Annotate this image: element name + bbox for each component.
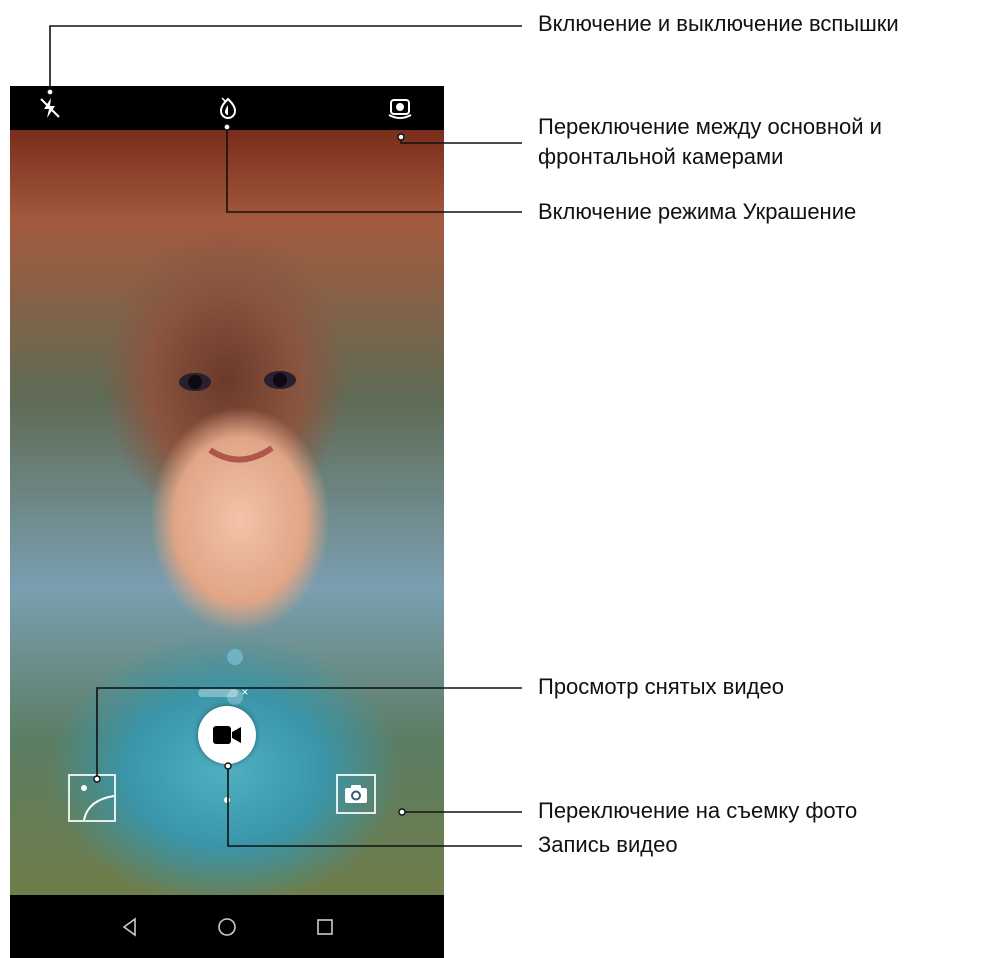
- zoom-level-bar: [198, 688, 238, 697]
- phone-screen: ×: [10, 86, 444, 958]
- callout-switch-camera-line2: фронтальной камерами: [538, 144, 784, 169]
- system-nav-bar: [10, 895, 444, 958]
- callout-gallery: Просмотр снятых видео: [538, 674, 784, 699]
- gallery-thumbnail[interactable]: [68, 774, 116, 822]
- back-icon[interactable]: [120, 917, 140, 942]
- callout-flash: Включение и выключение вспышки: [538, 11, 899, 36]
- home-icon[interactable]: [217, 917, 237, 942]
- callout-record: Запись видео: [538, 832, 678, 857]
- switch-to-photo-button[interactable]: [336, 774, 376, 814]
- camera-switch-icon[interactable]: [387, 95, 413, 126]
- thumbnail-preview: [81, 785, 115, 821]
- callout-beauty: Включение режима Украшение: [538, 199, 857, 224]
- camera-top-bar: [10, 86, 444, 130]
- callout-switch-camera-line1: Переключение между основной и: [538, 114, 882, 139]
- flash-off-icon[interactable]: [38, 96, 62, 125]
- recents-icon[interactable]: [315, 917, 335, 942]
- beauty-icon[interactable]: [216, 96, 240, 125]
- callout-photo-mode: Переключение на съемку фото: [538, 798, 858, 823]
- zoom-close-icon[interactable]: ×: [241, 685, 248, 699]
- video-camera-icon: [212, 723, 242, 752]
- record-video-button[interactable]: [198, 706, 256, 764]
- mode-page-indicator: [224, 797, 230, 803]
- zoom-indicator[interactable]: ×: [198, 685, 256, 699]
- photo-camera-icon: [344, 783, 368, 810]
